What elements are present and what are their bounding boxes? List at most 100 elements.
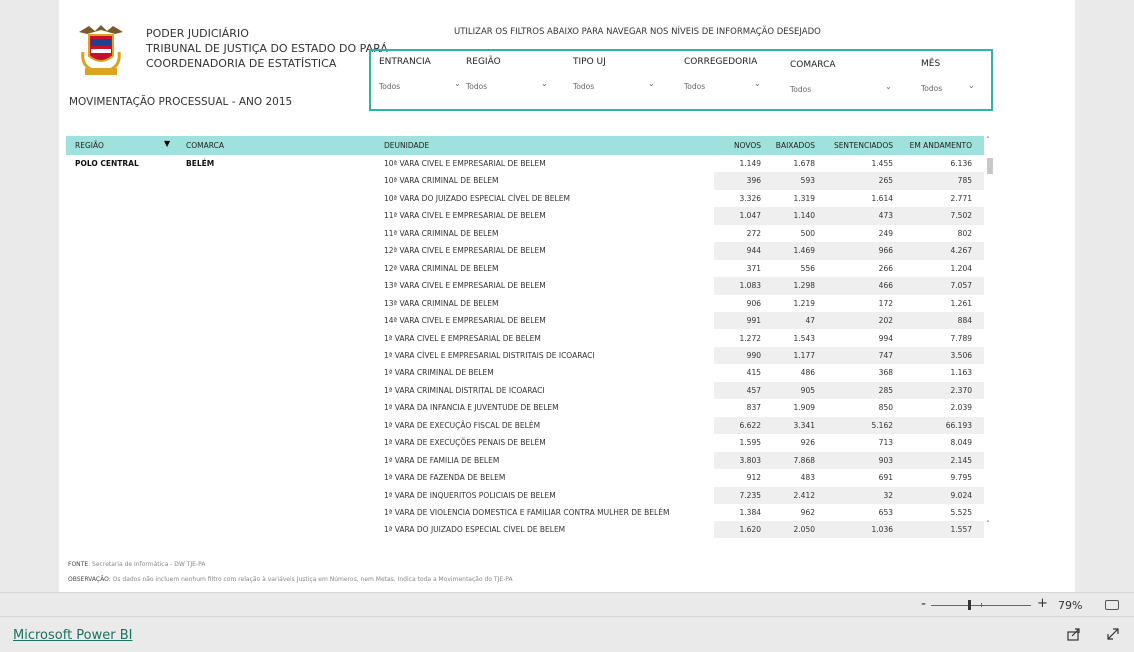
cell-unidade: 10ª VARA CIVEL E EMPRESARIAL DE BELEM (384, 159, 546, 168)
cell-novos: 7.235 (739, 490, 761, 500)
cell-baixados: 1.219 (793, 298, 815, 308)
table-header: REGIÃO ▼ COMARCA DEUNIDADE NOVOS BAIXADO… (66, 136, 984, 155)
column-header-regiao[interactable]: REGIÃO (75, 141, 104, 150)
cell-sentenciados: 32 (883, 490, 893, 500)
cell-novos: 1.083 (739, 281, 761, 291)
column-header-sentenciados[interactable]: SENTENCIADOS (818, 141, 893, 150)
footnote-fonte: FONTE: Secretaria de Informática - DW TJ… (68, 561, 205, 568)
filter-value[interactable]: Todos (466, 82, 487, 91)
table-row[interactable]: 1ª VARA CIVEL E EMPRESARIAL DE BELEM 1.27… (66, 330, 984, 347)
table-row[interactable]: 13ª VARA CRIMINAL DE BELEM 906 1.219 172 1.2… (66, 295, 984, 312)
filter-value[interactable]: Todos (379, 82, 400, 91)
cell-novos: 837 (746, 403, 761, 413)
table-row[interactable]: 1ª VARA DE FAMILIA DE BELEM 3.803 7.868 903… (66, 451, 984, 470)
table-row[interactable]: 12ª VARA CIVEL E EMPRESARIAL DE BELEM 944… (66, 242, 984, 260)
cell-unidade: 10ª VARA DO JUIZADO ESPECIAL CÍVEL DE BE… (384, 193, 570, 203)
cell-andamento: 6.136 (950, 159, 972, 168)
column-header-baixados[interactable]: BAIXADOS (766, 141, 815, 150)
cell-baixados: 483 (800, 473, 815, 483)
footnote-obs-label: OBSERVAÇÃO (68, 576, 109, 583)
scroll-up-icon[interactable]: ˄ (986, 136, 990, 144)
table-row[interactable]: 1ª VARA CRIMINAL DISTRITAL DE ICOARACI 45… (66, 381, 984, 400)
footnote-obs-text: : Os dados não incluem nenhum filtro com… (108, 576, 513, 583)
zoom-in-button[interactable]: + (1037, 596, 1048, 611)
cell-andamento: 1.163 (950, 368, 972, 378)
cell-unidade: 1ª VARA DE EXECUÇÕES PENAIS DE BELÉM (384, 438, 546, 448)
expand-icon[interactable] (1106, 627, 1120, 641)
cell-baixados: 1.543 (793, 333, 815, 343)
cell-unidade: 1ª VARA CÍVEL E EMPRESARIAL DISTRITAIS D… (384, 350, 595, 360)
cell-andamento: 3.506 (950, 350, 972, 360)
table-row[interactable]: 1ª VARA DE INQUERITOS POLICIAIS DE BELEM… (66, 486, 984, 504)
chevron-down-icon[interactable]: ⌄ (648, 79, 655, 88)
table-row[interactable]: 1ª VARA CÍVEL E EMPRESARIAL DISTRITAIS D… (66, 346, 984, 365)
cell-novos: 1.272 (739, 333, 761, 343)
cell-andamento: 2.771 (950, 193, 972, 203)
org-line-court: TRIBUNAL DE JUSTIÇA DO ESTADO DO PARÁ (146, 42, 388, 55)
cell-unidade: 12ª VARA CRIMINAL DE BELEM (384, 263, 499, 273)
table-scrollbar[interactable]: ˄ ˅ (986, 136, 994, 538)
chevron-down-icon[interactable]: ⌄ (968, 81, 975, 90)
cell-andamento: 2.370 (950, 385, 972, 395)
cell-sentenciados: 5.162 (871, 420, 893, 430)
org-header: PODER JUDICIÁRIO TRIBUNAL DE JUSTIÇA DO … (146, 26, 388, 71)
column-header-novos[interactable]: NOVOS (716, 141, 761, 150)
table-row[interactable]: 1ª VARA DE VIOLENCIA DOMESTICA E FAMILIA… (66, 504, 984, 521)
filter-hint: UTILIZAR OS FILTROS ABAIXO PARA NAVEGAR … (454, 27, 821, 37)
cell-novos: 6.622 (739, 420, 761, 430)
cell-baixados: 1.319 (793, 193, 815, 203)
table-row[interactable]: 10ª VARA DO JUIZADO ESPECIAL CÍVEL DE BE… (66, 190, 984, 207)
table-row[interactable]: 10ª VARA CIVEL E EMPRESARIAL DE BELEM 1.1… (66, 155, 984, 172)
table-row[interactable]: 10ª VARA CRIMINAL DE BELEM 396 593 265 785 (66, 172, 984, 190)
table-row[interactable]: 1ª VARA DO JUIZADO ESPECIAL CÍVEL DE BEL… (66, 521, 984, 538)
table-row[interactable]: 13ª VARA CIVEL E EMPRESARIAL DE BELEM 1.0… (66, 277, 984, 295)
table-row[interactable]: 1ª VARA DE FAZENDA DE BELEM 912 483 691 9.79… (66, 469, 984, 486)
chevron-down-icon[interactable]: ⌄ (754, 79, 761, 88)
cell-novos: 396 (746, 176, 761, 186)
table-row[interactable]: 11ª VARA CRIMINAL DE BELEM 272 500 249 802 (66, 225, 984, 242)
table-row[interactable]: 14ª VARA CIVEL E EMPRESARIAL DE BELEM 991… (66, 312, 984, 330)
cell-andamento: 2.039 (950, 403, 972, 413)
filter-value[interactable]: Todos (921, 84, 942, 93)
cell-andamento: 9.795 (950, 473, 972, 483)
scroll-thumb[interactable] (987, 158, 993, 174)
bottom-bar: Microsoft Power BI (0, 616, 1134, 652)
filter-value[interactable]: Todos (684, 82, 705, 91)
cell-sentenciados: 368 (878, 368, 893, 378)
zoom-out-button[interactable]: - (921, 596, 926, 612)
table-row[interactable]: 1ª VARA DE EXECUÇÃO FISCAL DE BELÉM 6.622… (66, 416, 984, 435)
cell-baixados: 486 (800, 368, 815, 378)
table-row[interactable]: 1ª VARA CRIMINAL DE BELEM 415 486 368 1.163 (66, 364, 984, 381)
column-header-comarca[interactable]: COMARCA (186, 141, 224, 150)
column-header-unidade[interactable]: DEUNIDADE (384, 141, 429, 150)
table-row[interactable]: 12ª VARA CRIMINAL DE BELEM 371 556 266 1.204 (66, 260, 984, 277)
cell-novos: 1.149 (739, 159, 761, 168)
cell-novos: 991 (746, 316, 761, 326)
cell-unidade: 1ª VARA DO JUIZADO ESPECIAL CÍVEL DE BEL… (384, 525, 566, 535)
cell-baixados: 1.140 (793, 211, 815, 221)
org-line-judiciary: PODER JUDICIÁRIO (146, 27, 249, 40)
cell-unidade: 11ª VARA CIVEL E EMPRESARIAL DE BELEM (384, 211, 546, 221)
scroll-down-icon[interactable]: ˅ (986, 520, 990, 528)
fit-page-icon[interactable] (1105, 600, 1119, 610)
zoom-bar: - + 79% (0, 592, 1134, 616)
cell-andamento: 785 (957, 176, 972, 186)
cell-unidade: 14ª VARA CIVEL E EMPRESARIAL DE BELEM (384, 316, 546, 326)
cell-sentenciados: 266 (878, 263, 893, 273)
chevron-down-icon[interactable]: ⌄ (454, 79, 461, 88)
table-row[interactable]: 1ª VARA DE EXECUÇÕES PENAIS DE BELÉM 1.59… (66, 434, 984, 451)
filter-value[interactable]: Todos (790, 85, 811, 94)
power-bi-link[interactable]: Microsoft Power BI (13, 628, 132, 643)
chevron-down-icon[interactable]: ⌄ (885, 82, 892, 91)
share-icon[interactable] (1067, 627, 1081, 641)
filter-value[interactable]: Todos (573, 82, 594, 91)
chevron-down-icon[interactable]: ⌄ (541, 79, 548, 88)
zoom-slider-thumb[interactable] (968, 600, 971, 610)
cell-novos: 415 (746, 368, 761, 378)
table-row[interactable]: 1ª VARA DA INFANCIA E JUVENTUDE DE BELEM… (66, 399, 984, 416)
sort-desc-icon[interactable]: ▼ (164, 139, 170, 148)
cell-sentenciados: 691 (878, 473, 893, 483)
column-header-em-andamento[interactable]: EM ANDAMENTO (896, 141, 972, 150)
cell-novos: 3.803 (739, 455, 761, 465)
table-row[interactable]: 11ª VARA CIVEL E EMPRESARIAL DE BELEM 1.0… (66, 207, 984, 225)
